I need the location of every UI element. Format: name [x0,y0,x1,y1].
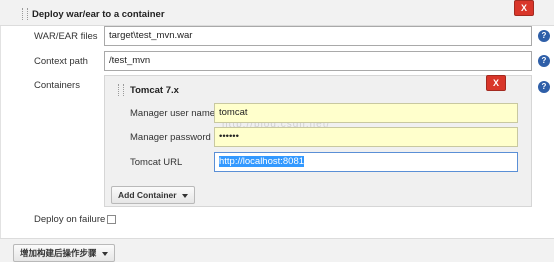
section-title: Deploy war/ear to a container [32,9,165,20]
delete-container-button[interactable]: X [486,75,506,91]
delete-section-button[interactable]: X [514,0,534,16]
tomcat-url-input[interactable]: http://localhost:8081 [214,152,518,172]
caret-down-icon [181,193,188,198]
deploy-on-failure-checkbox[interactable] [107,215,116,224]
deploy-on-failure-label: Deploy on failure [34,214,106,225]
containers-label: Containers [34,80,80,91]
tomcat-url-label: Tomcat URL [130,157,183,168]
add-post-build-step-label: 增加构建后操作步骤 [20,248,97,258]
manager-user-label: Manager user name [130,108,216,119]
left-border [0,26,1,238]
help-icon[interactable]: ? [538,30,550,42]
help-icon[interactable]: ? [538,81,550,93]
caret-down-icon [101,251,108,256]
add-container-label: Add Container [118,190,177,200]
add-post-build-step-button[interactable]: 增加构建后操作步骤 [13,244,115,262]
drag-handle-icon[interactable] [118,84,124,96]
war-files-input[interactable]: target\test_mvn.war [104,26,532,46]
tomcat-url-selection: http://localhost:8081 [219,156,305,167]
context-path-input[interactable]: /test_mvn [104,51,532,71]
container-title: Tomcat 7.x [130,85,179,96]
help-icon[interactable]: ? [538,55,550,67]
add-container-button[interactable]: Add Container [111,186,195,204]
manager-password-label: Manager password [130,132,211,143]
manager-user-input[interactable]: tomcat [214,103,518,123]
drag-handle-icon[interactable] [22,8,28,20]
context-path-label: Context path [34,56,88,67]
manager-password-input[interactable]: •••••• [214,127,518,147]
war-files-label: WAR/EAR files [34,31,98,42]
